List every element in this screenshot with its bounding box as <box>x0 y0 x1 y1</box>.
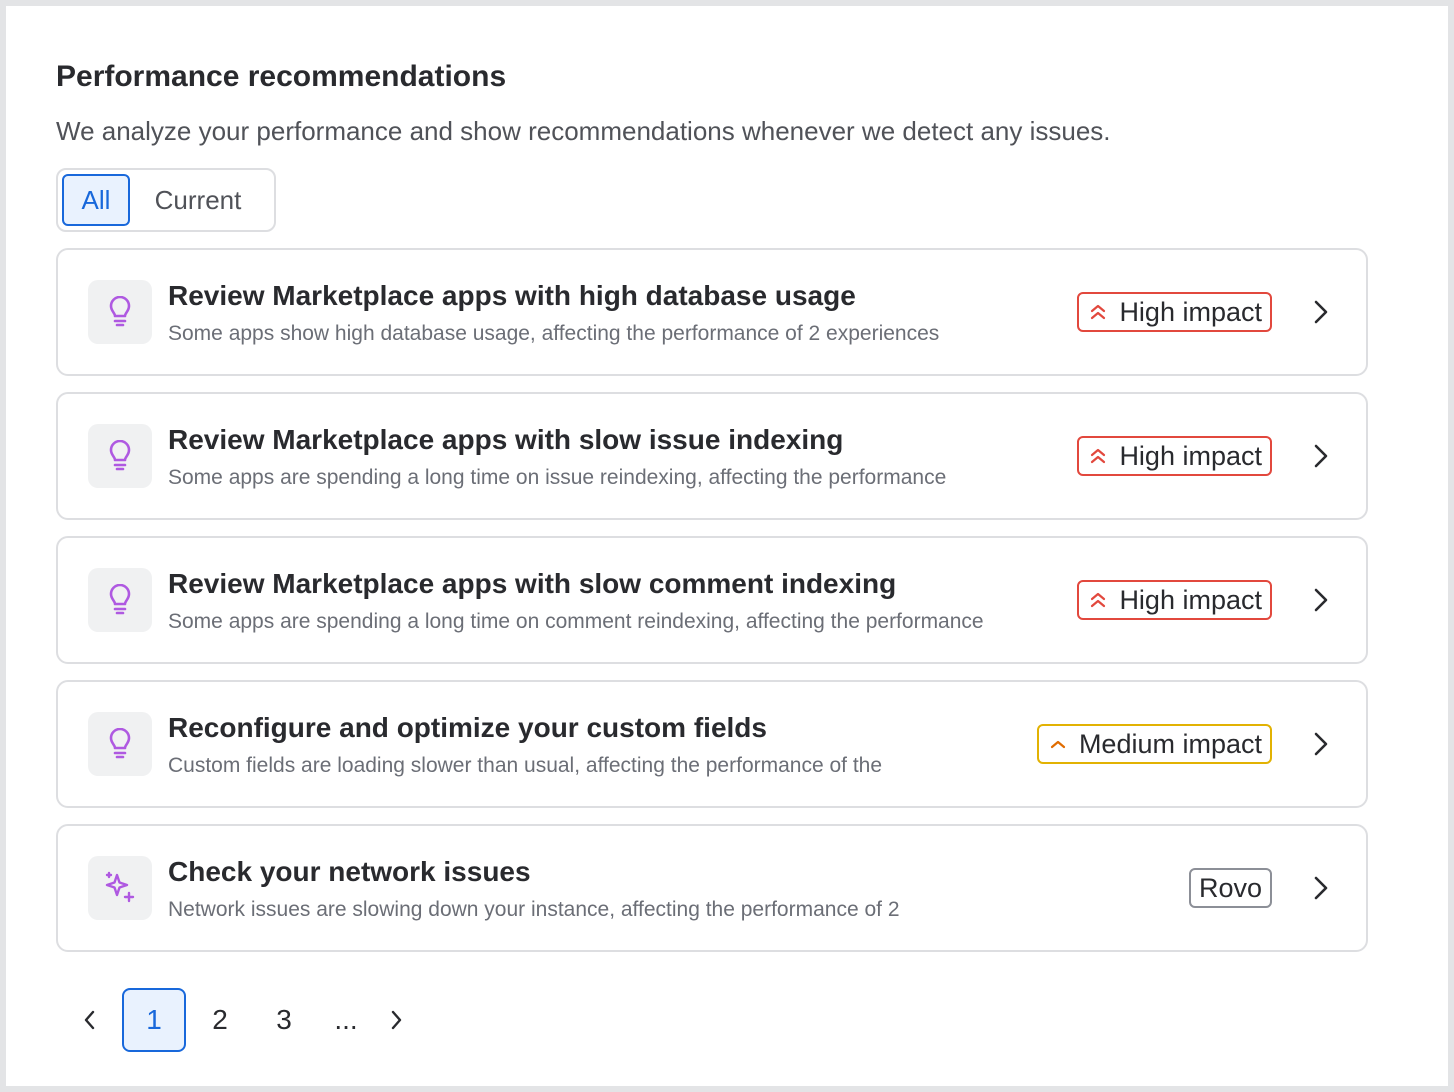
page-1-button[interactable]: 1 <box>122 988 186 1052</box>
chevron-right-icon <box>391 1010 402 1030</box>
impact-badge: High impact <box>1077 580 1272 620</box>
recommendation-title: Check your network issues <box>168 856 531 887</box>
impact-badge-label: High impact <box>1119 440 1262 471</box>
chevron-right-icon[interactable] <box>1302 294 1338 330</box>
impact-badge: Medium impact <box>1036 724 1272 764</box>
recommendation-title: Reconfigure and optimize your custom fie… <box>168 712 767 743</box>
pagination: 1 2 3 ... <box>70 988 416 1052</box>
recommendation-title: Review Marketplace apps with slow issue … <box>168 424 844 455</box>
page-title: Performance recommendations <box>56 60 507 93</box>
page-subtitle: We analyze your performance and show rec… <box>56 116 1111 146</box>
impact-badge: High impact <box>1077 436 1272 476</box>
recommendations-panel: Performance recommendations We analyze y… <box>6 6 1448 1086</box>
recommendation-description: Some apps are spending a long time on co… <box>168 610 984 633</box>
chevron-right-icon[interactable] <box>1302 438 1338 474</box>
double-chevron-up-icon <box>1085 587 1111 613</box>
recommendation-title: Review Marketplace apps with slow commen… <box>168 568 897 599</box>
impact-badge: High impact <box>1077 292 1272 332</box>
recommendation-card[interactable]: Review Marketplace apps with slow commen… <box>56 536 1368 664</box>
recommendation-description: Some apps show high database usage, affe… <box>168 322 940 345</box>
chevron-up-icon <box>1045 731 1071 757</box>
source-badge-label: Rovo <box>1198 872 1262 903</box>
chevron-right-icon[interactable] <box>1302 726 1338 762</box>
previous-page-button[interactable] <box>70 988 110 1052</box>
chevron-right-icon[interactable] <box>1302 870 1338 906</box>
recommendation-card[interactable]: Reconfigure and optimize your custom fie… <box>56 680 1368 808</box>
page-2-button[interactable]: 2 <box>188 988 252 1052</box>
lightbulb-icon <box>88 424 152 488</box>
recommendation-description: Custom fields are loading slower than us… <box>168 754 883 777</box>
lightbulb-icon <box>88 568 152 632</box>
recommendation-card[interactable]: Review Marketplace apps with slow issue … <box>56 392 1368 520</box>
impact-badge-label: High impact <box>1119 296 1262 327</box>
chevron-left-icon <box>84 1010 95 1030</box>
lightbulb-icon <box>88 712 152 776</box>
source-badge: Rovo <box>1188 868 1272 908</box>
impact-badge-label: High impact <box>1119 584 1262 615</box>
recommendation-description: Some apps are spending a long time on is… <box>168 466 947 489</box>
chevron-right-icon[interactable] <box>1302 582 1338 618</box>
filter-toggle: All Current <box>56 168 276 232</box>
filter-all-button[interactable]: All <box>62 174 130 226</box>
next-page-button[interactable] <box>376 988 416 1052</box>
double-chevron-up-icon <box>1085 443 1111 469</box>
recommendation-description: Network issues are slowing down your ins… <box>168 898 900 921</box>
lightbulb-icon <box>88 280 152 344</box>
pagination-ellipsis: ... <box>334 1004 358 1035</box>
recommendation-card[interactable]: Review Marketplace apps with high databa… <box>56 248 1368 376</box>
sparkle-icon <box>88 856 152 920</box>
recommendation-card[interactable]: Check your network issues Network issues… <box>56 824 1368 952</box>
filter-current-button[interactable]: Current <box>130 174 266 226</box>
impact-badge-label: Medium impact <box>1078 728 1262 759</box>
double-chevron-up-icon <box>1085 299 1111 325</box>
page-3-button[interactable]: 3 <box>252 988 316 1052</box>
recommendation-title: Review Marketplace apps with high databa… <box>168 280 856 311</box>
